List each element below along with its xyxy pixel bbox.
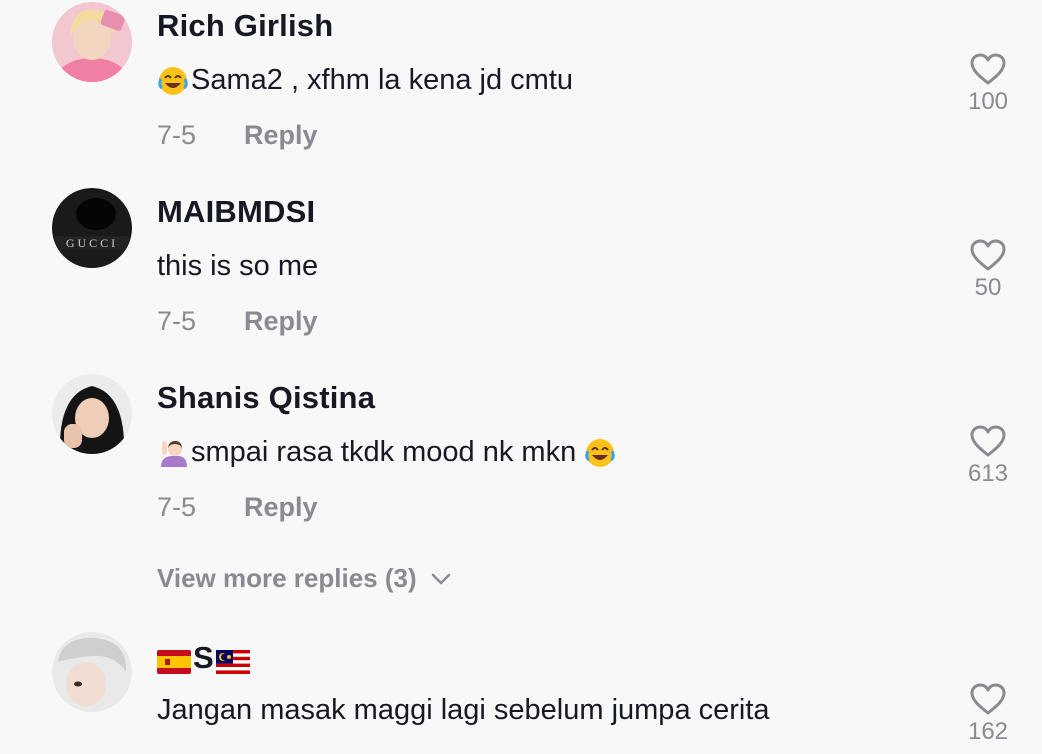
avatar[interactable]	[52, 2, 132, 82]
malaysia-flag-icon	[215, 646, 250, 674]
comment-date: 7-5	[157, 120, 197, 150]
comment-text: this is so me	[157, 250, 318, 283]
comment-text: Sama2 , xfhm la kena jd cmtu	[157, 64, 573, 97]
avatar[interactable]	[52, 632, 132, 712]
reply-button[interactable]: Reply	[244, 492, 318, 523]
face-with-tears-of-joy-icon	[157, 65, 189, 97]
reply-button[interactable]: Reply	[244, 306, 318, 337]
comment-text-content: this is so me	[157, 250, 319, 282]
comment-date: 7-5	[157, 492, 197, 522]
heart-icon	[970, 239, 1006, 271]
comment-username[interactable]: MAIBMDSI	[157, 194, 315, 230]
avatar[interactable]: GUCCI	[52, 188, 132, 268]
like-count: 100	[967, 88, 1009, 115]
comment-text-content: Sama2 , xfhm la kena jd cmtu	[191, 64, 573, 96]
like-button[interactable]: 613	[958, 424, 1018, 488]
comment-username[interactable]: S	[157, 640, 250, 676]
avatar[interactable]	[52, 374, 132, 454]
heart-icon	[970, 683, 1006, 715]
comment-text: smpai rasa tkdk mood nk mkn	[157, 436, 618, 469]
comment-date: 7-5	[157, 306, 197, 336]
like-count: 162	[967, 718, 1009, 745]
like-count: 50	[974, 274, 1002, 301]
comment-text-content: smpai rasa tkdk mood nk mkn	[191, 436, 577, 468]
heart-icon	[970, 53, 1006, 85]
view-more-replies-button[interactable]: View more replies (3)	[157, 563, 451, 594]
spain-flag-icon	[157, 646, 191, 674]
face-with-tears-of-joy-icon	[584, 437, 616, 469]
chevron-down-icon	[431, 573, 450, 584]
like-button[interactable]: 50	[958, 238, 1018, 302]
comment-meta: 7-5 Reply	[157, 120, 318, 151]
view-more-replies-label: View more replies (3)	[157, 563, 417, 593]
person-raising-hand-icon	[157, 437, 189, 469]
comment-text-content: Jangan masak maggi lagi sebelum jumpa ce…	[157, 694, 770, 726]
comment-text: Jangan masak maggi lagi sebelum jumpa ce…	[157, 694, 770, 727]
comment-meta: 7-5 Reply	[157, 492, 318, 523]
comment-username-text: S	[193, 640, 214, 675]
like-button[interactable]: 100	[958, 52, 1018, 116]
reply-button[interactable]: Reply	[244, 120, 318, 151]
comment-username[interactable]: Rich Girlish	[157, 8, 333, 44]
avatar-gucci-text: GUCCI	[66, 236, 118, 250]
comment-username[interactable]: Shanis Qistina	[157, 380, 375, 416]
comment-meta: 7-5 Reply	[157, 306, 318, 337]
heart-icon	[970, 425, 1006, 457]
like-button[interactable]: 162	[958, 682, 1018, 746]
like-count: 613	[967, 460, 1009, 487]
